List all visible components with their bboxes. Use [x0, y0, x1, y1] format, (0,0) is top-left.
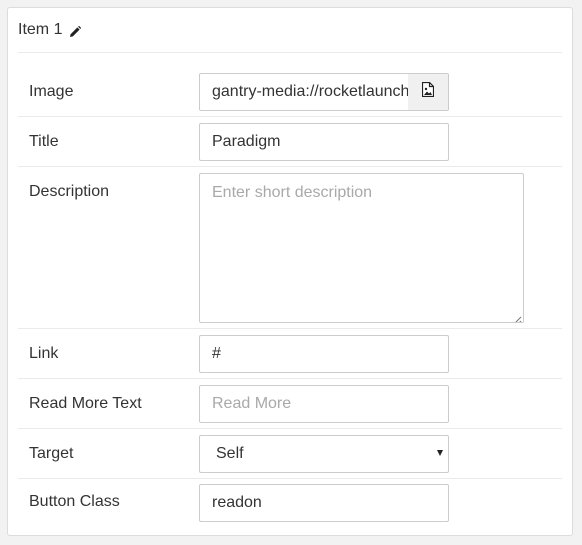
- link-label: Link: [29, 345, 59, 362]
- description-label: Description: [29, 183, 110, 200]
- read-more-label: Read More Text: [29, 395, 142, 412]
- image-input[interactable]: gantry-media://rocketlaunch: [199, 73, 409, 111]
- image-picker-button[interactable]: [408, 73, 449, 111]
- title-label: Title: [29, 133, 59, 150]
- image-row: Image gantry-media://rocketlaunch: [18, 67, 562, 117]
- description-placeholder: Enter short description: [212, 184, 373, 201]
- title-row: Title Paradigm: [18, 117, 562, 167]
- link-input[interactable]: #: [199, 335, 449, 373]
- target-selected-value: Self: [216, 445, 244, 462]
- item-title: Item 1: [18, 21, 63, 38]
- panel-header: Item 1: [18, 8, 562, 53]
- chevron-down-icon: [437, 450, 443, 456]
- link-row: Link #: [18, 329, 562, 379]
- title-input[interactable]: Paradigm: [199, 123, 449, 161]
- pencil-icon[interactable]: [69, 25, 82, 37]
- item-panel: Item 1 Image gantry-media://rocketlaunch: [7, 7, 573, 536]
- button-class-row: Button Class readon: [18, 479, 562, 529]
- description-textarea[interactable]: Enter short description: [199, 173, 524, 323]
- target-label: Target: [29, 445, 74, 462]
- image-label: Image: [29, 83, 74, 100]
- read-more-input[interactable]: Read More: [199, 385, 449, 423]
- read-more-row: Read More Text Read More: [18, 379, 562, 429]
- target-select[interactable]: Self: [199, 435, 449, 473]
- target-row: Target Self: [18, 429, 562, 479]
- button-class-input[interactable]: readon: [199, 484, 449, 522]
- resize-grip-icon[interactable]: [513, 312, 522, 322]
- image-file-icon: [421, 81, 435, 102]
- description-row: Description Enter short description: [18, 167, 562, 329]
- button-class-label: Button Class: [29, 493, 120, 510]
